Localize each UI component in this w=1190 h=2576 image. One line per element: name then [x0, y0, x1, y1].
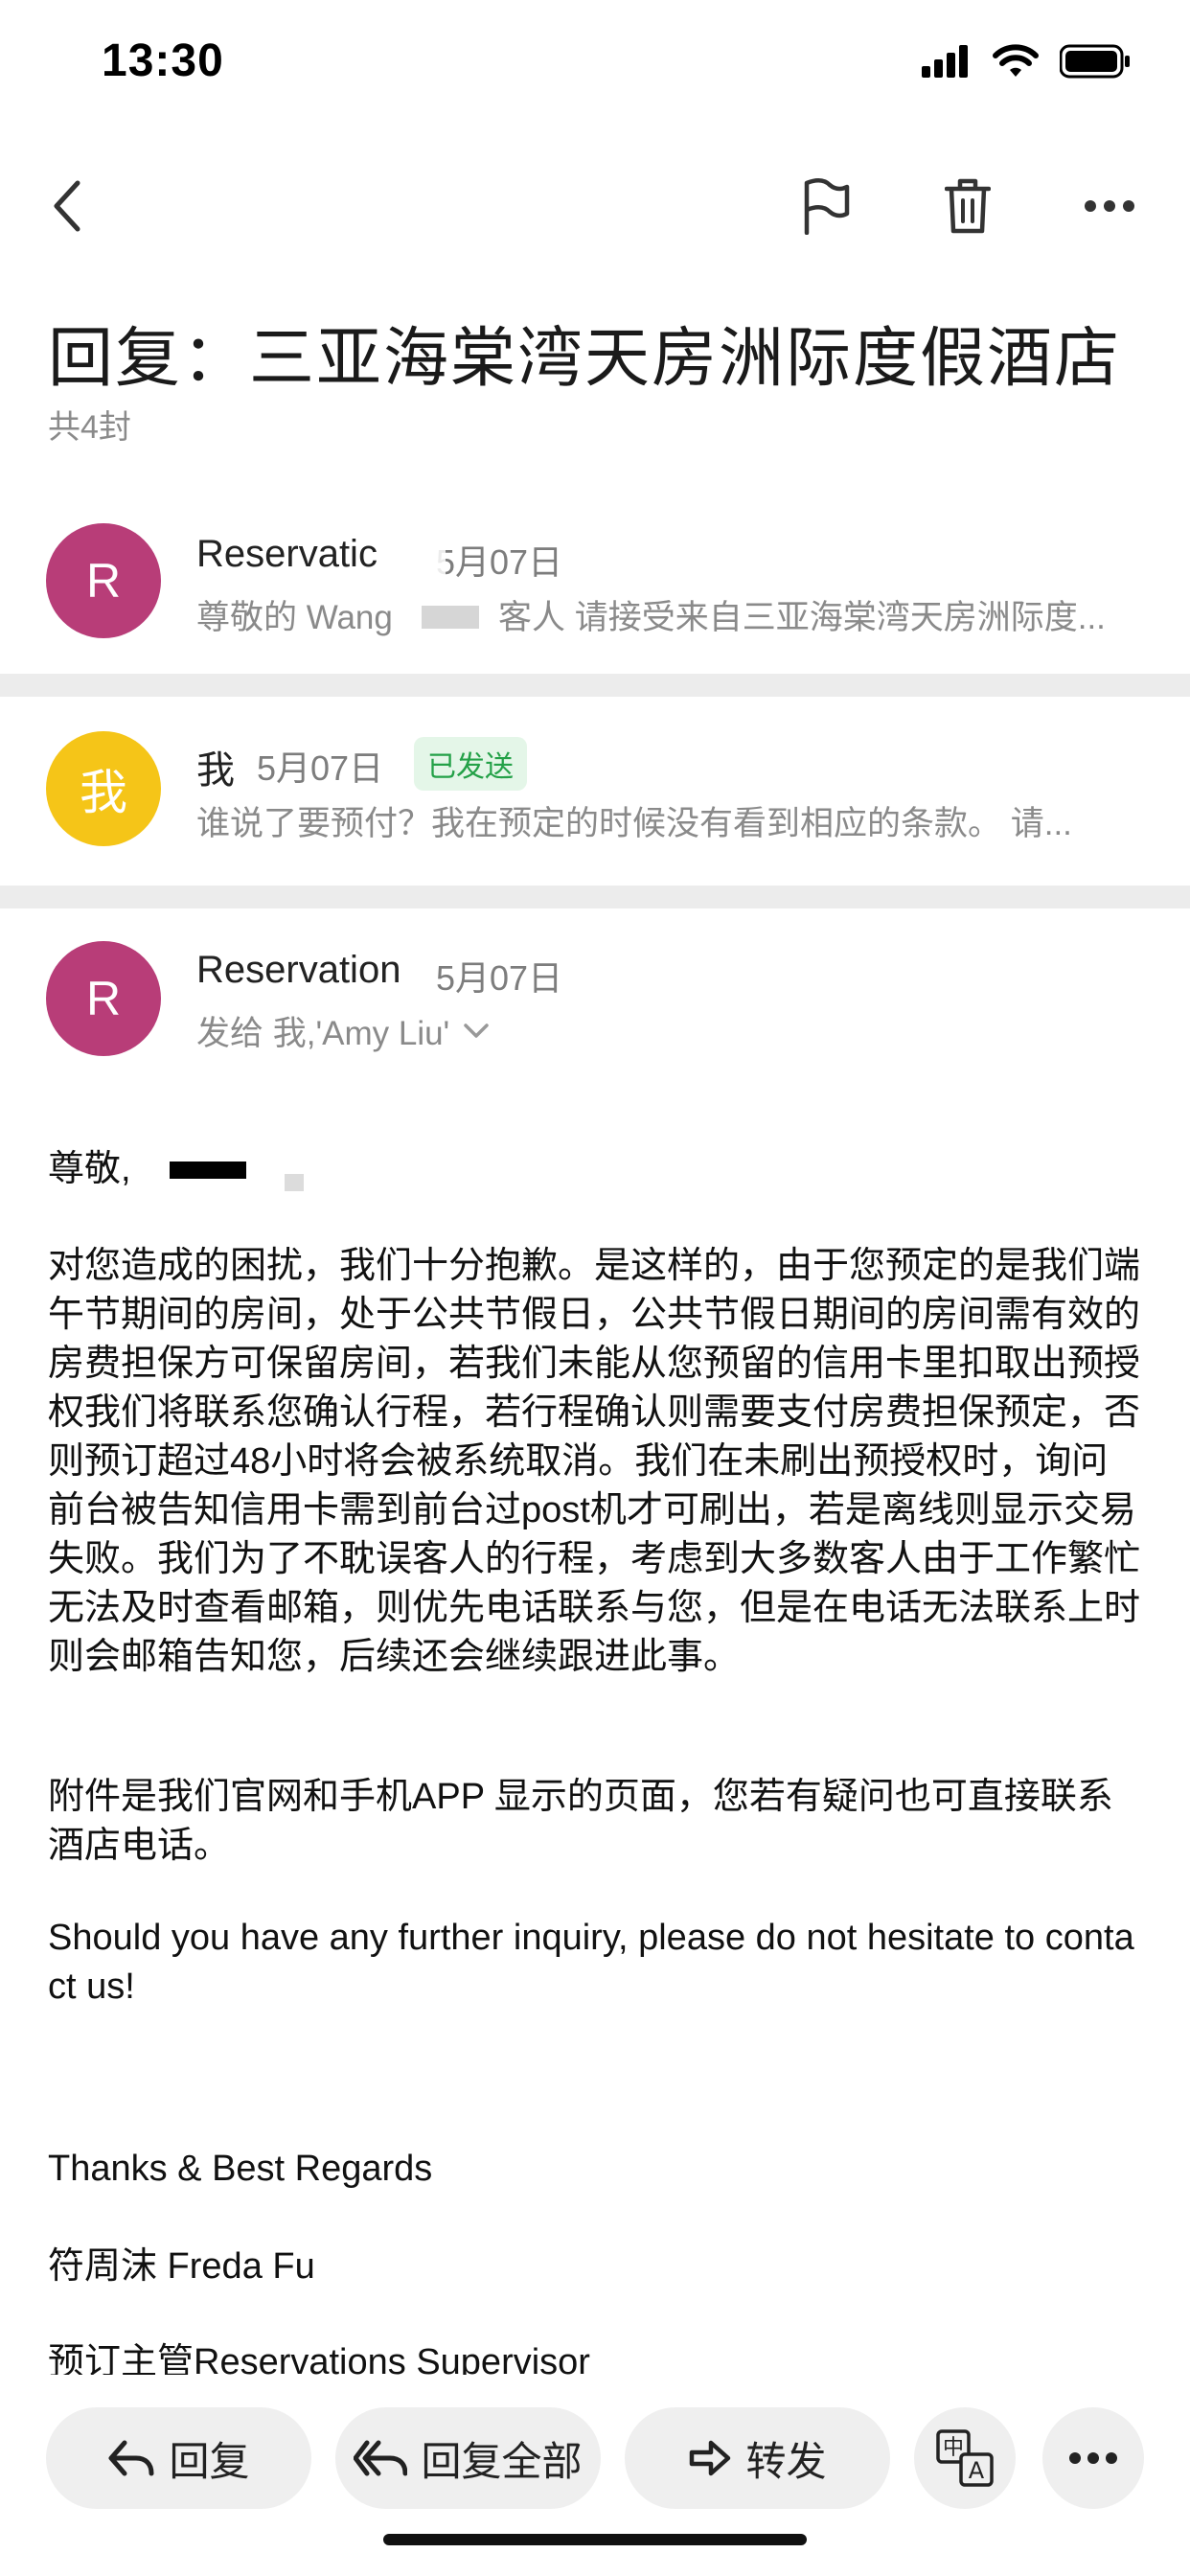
- forward-icon: [690, 2440, 731, 2476]
- avatar: R: [46, 523, 161, 638]
- delete-button[interactable]: [929, 168, 1006, 244]
- message-date: 5月07日: [257, 748, 384, 788]
- recipients: 发给 我,'Amy Liu': [196, 1015, 450, 1052]
- translate-icon: 中 A: [936, 2429, 994, 2487]
- avatar: 我: [46, 731, 161, 846]
- thread-item-2[interactable]: 我 我 5月07日 已发送 谁说了要预付？我在预定的时候没有看到相应的条款。 请…: [0, 697, 1190, 886]
- closing: Thanks & Best Regards: [48, 2149, 433, 2189]
- reply-icon: [108, 2440, 154, 2476]
- message-preview-rest: 客人 请接受来自三亚海棠湾天房洲际度...: [498, 599, 1106, 636]
- flag-icon: [804, 178, 850, 235]
- more-icon: [1085, 200, 1134, 212]
- battery-icon: [1060, 44, 1130, 79]
- sender-name: 我: [196, 749, 235, 792]
- message-paragraph-1: 对您造成的困扰，我们十分抱歉。是这样的，由于您预定的是我们端午节期间的房间，处于…: [48, 1246, 1141, 1677]
- message-paragraph-3: Should you have any further inquiry, ple…: [48, 1918, 1134, 2007]
- thread-count: 共4封: [48, 409, 131, 446]
- reply-all-button[interactable]: 回复全部: [335, 2407, 601, 2509]
- thread-item-3-header: R Reservation 5月07日 发给 我,'Amy Liu': [0, 908, 1190, 1091]
- sender-name: Reservation: [196, 949, 401, 991]
- thread-item-1[interactable]: R Reservatic 5月07日 尊敬的 Wang 客人 请接受来自三亚海棠…: [0, 498, 1190, 671]
- signature-name: 符周沫 Freda Fu: [48, 2246, 315, 2287]
- wifi-icon: [993, 44, 1039, 77]
- status-time: 13:30: [102, 35, 224, 86]
- back-icon: [54, 180, 80, 232]
- avatar: R: [46, 941, 161, 1056]
- chevron-down-icon: [464, 1023, 489, 1038]
- message-paragraph-2: 附件是我们官网和手机APP 显示的页面，您若有疑问也可直接联系酒店电话。: [48, 1777, 1113, 1866]
- home-indicator: [383, 2534, 807, 2545]
- svg-text:A: A: [969, 2457, 985, 2484]
- sender-name: Reservatic: [196, 533, 378, 575]
- email-subject: 回复：三亚海棠湾天房洲际度假酒店: [48, 322, 1122, 395]
- message-preview: 尊敬的 Wang: [196, 599, 393, 636]
- status-badge: 已发送: [414, 737, 527, 791]
- recipients-toggle[interactable]: 发给 我,'Amy Liu': [196, 1006, 490, 1055]
- redaction-blur: [422, 606, 479, 629]
- greeting-line: 尊敬,: [48, 1145, 1142, 1194]
- divider: [0, 674, 1190, 697]
- signature-title: 预订主管Reservations Supervisor: [48, 2342, 590, 2377]
- message-date: 5月07日: [436, 542, 563, 582]
- message-preview: 谁说了要预付？我在预定的时候没有看到相应的条款。 请...: [196, 805, 1072, 842]
- image-blur: [398, 537, 446, 575]
- redacted-name: [169, 1161, 246, 1179]
- signal-icon: [922, 45, 968, 78]
- divider: [0, 886, 1190, 908]
- forward-button[interactable]: 转发: [625, 2407, 890, 2509]
- flag-button[interactable]: [788, 168, 864, 244]
- redaction-blur: [284, 1173, 304, 1191]
- translate-button[interactable]: 中 A: [914, 2407, 1016, 2509]
- message-date: 5月07日: [436, 958, 563, 998]
- reply-all-icon: [354, 2440, 408, 2476]
- more-button[interactable]: [1071, 168, 1148, 244]
- greeting: 尊敬,: [48, 1149, 131, 1189]
- more-actions-button[interactable]: [1042, 2407, 1144, 2509]
- back-button[interactable]: [29, 168, 105, 244]
- reply-button[interactable]: 回复: [46, 2407, 311, 2509]
- more-icon: [1069, 2452, 1117, 2464]
- status-icons: [922, 42, 1133, 80]
- trash-icon: [945, 178, 991, 234]
